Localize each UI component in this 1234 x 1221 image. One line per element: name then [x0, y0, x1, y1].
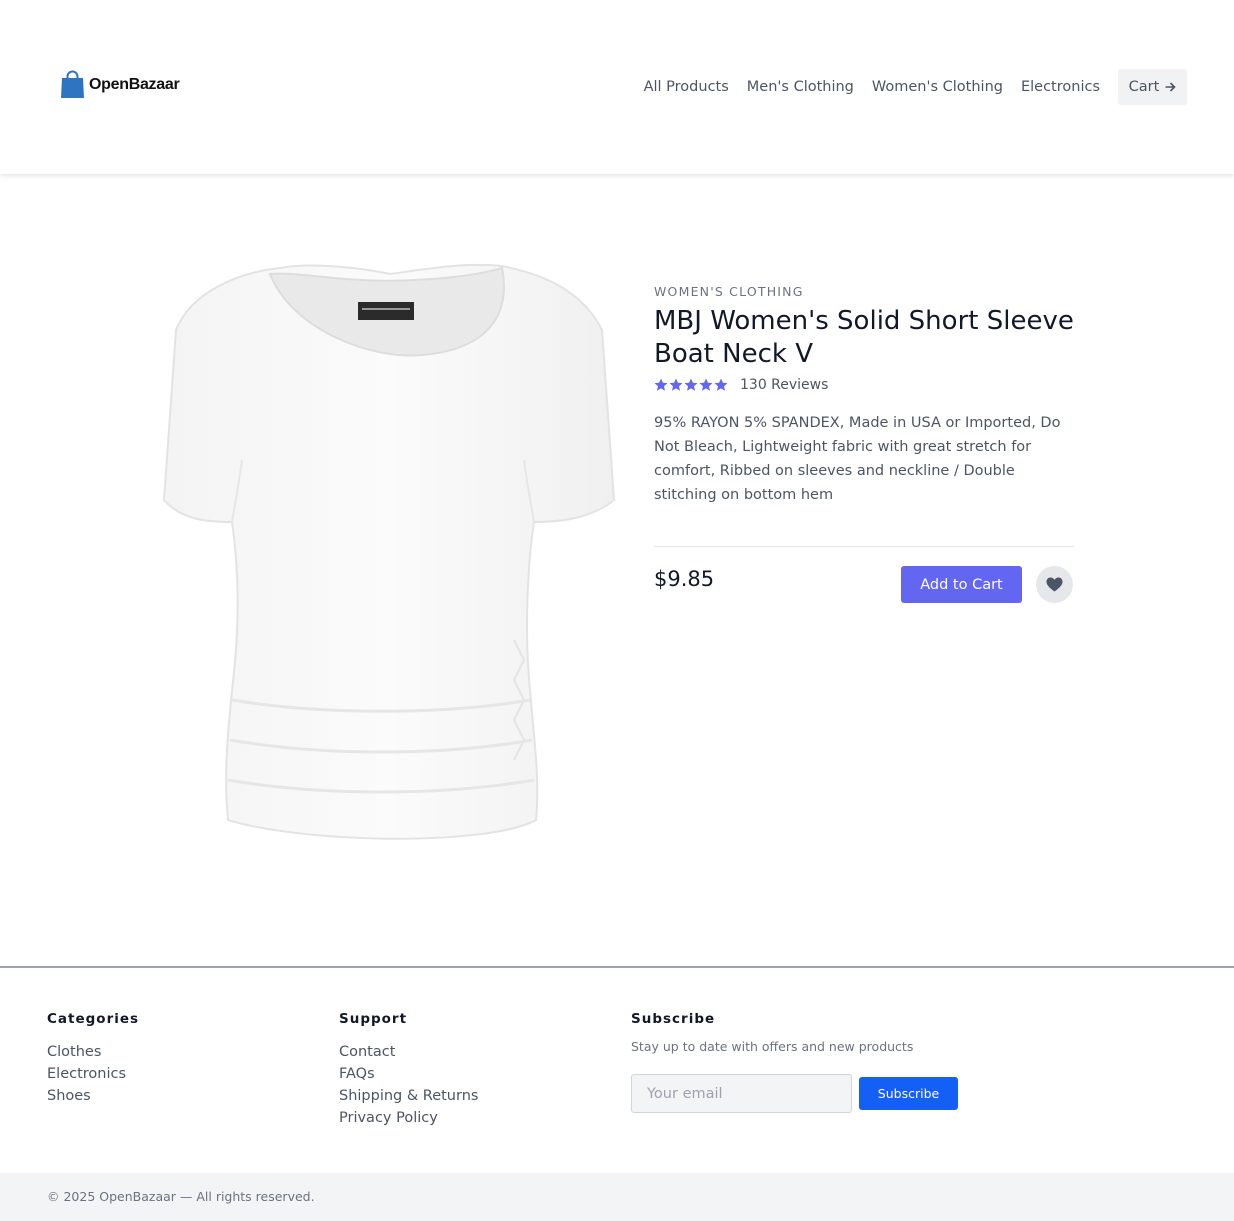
footer-heading-subscribe: Subscribe: [631, 1011, 716, 1027]
star-icon: [714, 378, 728, 391]
product-rating: 130 Reviews: [654, 377, 1074, 393]
footer-link-shoes[interactable]: Shoes: [47, 1085, 139, 1107]
footer-categories: Categories Clothes Electronics Shoes: [47, 1011, 139, 1107]
footer-link-clothes[interactable]: Clothes: [47, 1041, 139, 1063]
star-icon: [669, 378, 683, 391]
footer-divider: [0, 966, 1234, 968]
product-description: 95% RAYON 5% SPANDEX, Made in USA or Imp…: [654, 415, 1061, 503]
favorite-button[interactable]: [1036, 566, 1073, 603]
arrow-right-icon: [1165, 82, 1176, 92]
product-category: Women's Clothing: [654, 284, 804, 299]
footer-link-privacy-policy[interactable]: Privacy Policy: [339, 1107, 478, 1129]
footer-subscribe: Subscribe Stay up to date with offers an…: [631, 1011, 913, 1054]
site-header: OpenBazaar All Products Men's Clothing W…: [0, 0, 1234, 174]
star-icon: [654, 378, 668, 391]
cart-label: Cart: [1128, 79, 1160, 95]
footer-link-contact[interactable]: Contact: [339, 1041, 478, 1063]
footer-bottom-bar: © 2025 OpenBazaar — All rights reserved.: [0, 1173, 1234, 1221]
copyright-text: © 2025 OpenBazaar — All rights reserved.: [47, 1189, 315, 1204]
nav-link-mens-clothing[interactable]: Men's Clothing: [747, 69, 854, 105]
footer-heading-support: Support: [339, 1011, 408, 1027]
footer-link-electronics[interactable]: Electronics: [47, 1063, 139, 1085]
subscribe-description: Stay up to date with offers and new prod…: [631, 1039, 914, 1054]
star-icon: [684, 378, 698, 391]
email-input[interactable]: [631, 1074, 852, 1113]
subscribe-button[interactable]: Subscribe: [859, 1077, 958, 1110]
product-image: [162, 263, 616, 840]
shopping-bag-icon: [61, 70, 84, 98]
main-nav: All Products Men's Clothing Women's Clot…: [626, 69, 1187, 105]
nav-link-womens-clothing[interactable]: Women's Clothing: [872, 69, 1003, 105]
footer-support: Support Contact FAQs Shipping & Returns …: [339, 1011, 478, 1129]
divider: [654, 546, 1074, 547]
star-rating: [654, 378, 728, 392]
footer-link-shipping-returns[interactable]: Shipping & Returns: [339, 1085, 478, 1107]
cart-button[interactable]: Cart: [1118, 69, 1187, 105]
brand-name: OpenBazaar: [89, 75, 180, 93]
heart-icon: [1046, 577, 1063, 592]
product-title: MBJ Women's Solid Short Sleeve Boat Neck…: [654, 306, 1074, 369]
footer-heading-categories: Categories: [47, 1011, 140, 1027]
brand-logo[interactable]: OpenBazaar: [60, 70, 180, 99]
product-price: $9.85: [654, 567, 715, 591]
star-icon: [699, 378, 713, 391]
nav-link-all-products[interactable]: All Products: [644, 69, 729, 105]
add-to-cart-button[interactable]: Add to Cart: [901, 566, 1022, 603]
footer-link-faqs[interactable]: FAQs: [339, 1063, 478, 1085]
review-count[interactable]: 130 Reviews: [740, 377, 828, 393]
nav-link-electronics[interactable]: Electronics: [1021, 69, 1100, 105]
product-info: Women's Clothing MBJ Women's Solid Short…: [654, 284, 1074, 507]
